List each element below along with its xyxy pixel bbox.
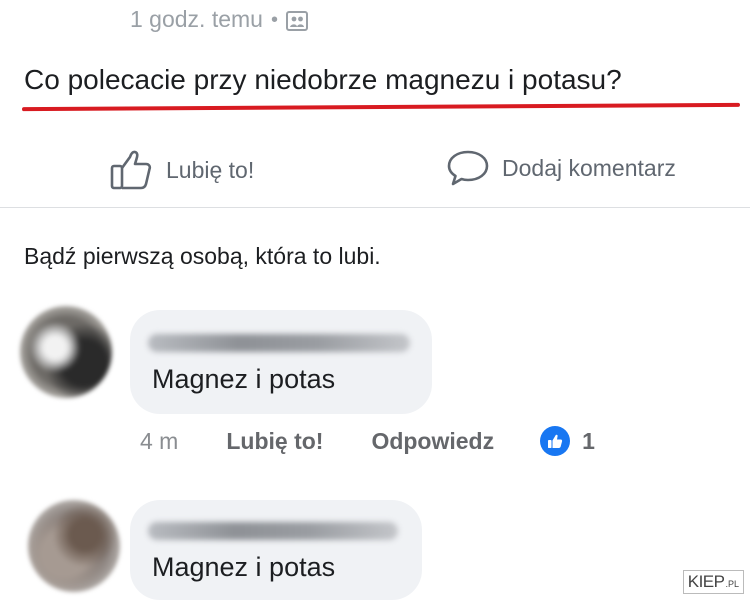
like-button-label: Lubię to! [166, 156, 255, 183]
comment-reply-button[interactable]: Odpowiedz [371, 428, 494, 455]
post-actions: Lubię to! Dodaj komentarz [0, 140, 750, 200]
comment-time[interactable]: 4 m [140, 428, 178, 455]
speech-bubble-icon [447, 150, 489, 186]
avatar[interactable] [28, 500, 120, 592]
like-button[interactable]: Lubię to! [108, 148, 254, 192]
blurred-author-name[interactable] [148, 334, 410, 352]
comment-like-button[interactable]: Lubię to! [226, 428, 323, 455]
post-text: Co polecacie przy niedobrze magnezu i po… [24, 64, 622, 95]
comment-button-label: Dodaj komentarz [502, 154, 676, 181]
annotation-underline [21, 102, 741, 112]
meta-separator: • [270, 8, 278, 31]
avatar[interactable] [20, 306, 112, 398]
comment-text: Magnez i potas [152, 364, 336, 394]
comment-bubble[interactable]: Magnez i potas [130, 310, 432, 414]
comment-meta: 4 m Lubię to! Odpowiedz 1 [140, 426, 595, 456]
thumbs-up-outline-icon [110, 150, 152, 190]
watermark-suffix: .PL [725, 579, 739, 589]
post-meta: 1 godz. temu • [130, 6, 308, 33]
blurred-author-name[interactable] [148, 522, 398, 540]
reaction-count: 1 [582, 427, 595, 454]
comment-text: Magnez i potas [152, 552, 336, 582]
likes-summary: Bądź pierwszą osobą, która to lubi. [24, 243, 381, 269]
like-reaction-icon [540, 426, 571, 456]
actions-divider [0, 207, 750, 208]
comment-button[interactable]: Dodaj komentarz [446, 148, 676, 188]
watermark-main: KIEP [687, 572, 725, 591]
reaction-summary[interactable]: 1 [540, 426, 595, 456]
post-time[interactable]: 1 godz. temu [130, 6, 263, 33]
photo-album-icon[interactable] [285, 10, 308, 31]
comment-bubble[interactable]: Magnez i potas [130, 500, 422, 600]
watermark: KIEP .PL [682, 570, 744, 594]
